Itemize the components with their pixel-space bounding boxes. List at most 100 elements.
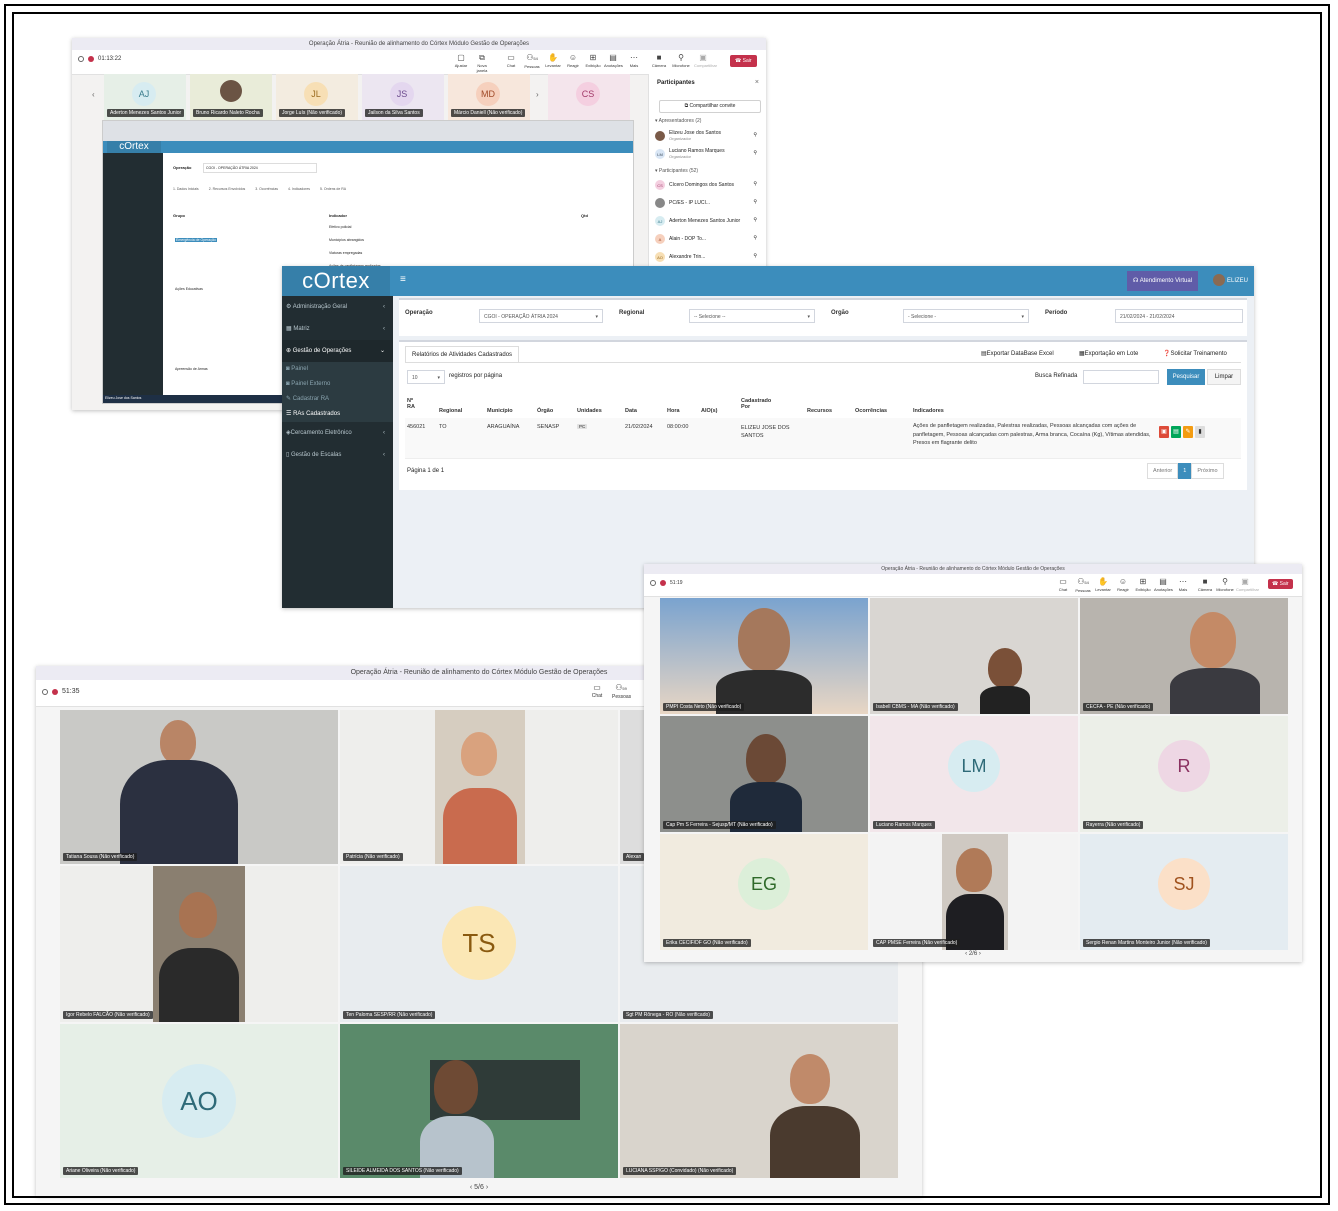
avatar: AJ — [132, 82, 156, 106]
sidebar-item-escalas[interactable]: ▯ Gestão de Escalas ‹ — [282, 444, 393, 466]
participant-row[interactable]: Elizeu Jose dos Santos Organizador ⚲ — [655, 130, 761, 144]
busca-input[interactable] — [1083, 370, 1159, 384]
view-button[interactable]: ⊞ Exibição — [1134, 577, 1152, 592]
participant-strip: ‹ AJ Aderton Menezes Santos Junior Bruno… — [72, 74, 648, 122]
col-data[interactable]: Data — [625, 408, 637, 414]
adjust-button[interactable]: ▢ Ajustar — [452, 53, 470, 68]
chat-button[interactable]: ▭ Chat — [502, 53, 520, 68]
col-ocorrencias[interactable]: Ocorrências — [855, 408, 887, 414]
mini-tab[interactable]: 1. Dados Iniciais — [173, 187, 199, 191]
strip-prev-button[interactable]: ‹ — [92, 90, 95, 99]
col-orgao[interactable]: Órgão — [537, 408, 553, 414]
regional-select[interactable]: -- Selecione -- ▾ — [689, 309, 815, 323]
mini-tab[interactable]: 5. Ordens de RA — [320, 187, 346, 191]
leave-button[interactable]: ☎ Sair — [730, 55, 757, 67]
col-unidades[interactable]: Unidades — [577, 408, 602, 414]
page-1-button[interactable]: 1 — [1178, 463, 1192, 479]
sidebar-item-administracao[interactable]: ⚙ Administração Geral ‹ — [282, 296, 393, 318]
gear-icon: ⚙ — [286, 304, 292, 310]
sidebar-item-cercamento[interactable]: ◈Cercamento Eletrônico ‹ — [282, 422, 393, 444]
mini-operacao-select[interactable]: CGOI - OPERAÇÃO ÁTRIA 2024 — [203, 163, 317, 173]
raise-hand-button[interactable]: ✋ Levantar — [1094, 577, 1112, 592]
menu-toggle-icon[interactable]: ≡ — [400, 274, 406, 285]
mic-button[interactable]: ⚲ Microfone — [672, 53, 690, 68]
mini-tab[interactable]: 4. Indicadores — [288, 187, 310, 191]
participant-row[interactable]: PC/ES - IP LUCI... ⚲ — [655, 198, 761, 210]
col-municipio[interactable]: Município — [487, 408, 513, 414]
participant-row[interactable]: CS Cícero Domingos dos Santos ⚲ — [655, 180, 761, 192]
limpar-button[interactable]: Limpar — [1207, 369, 1241, 385]
export-excel-button[interactable]: ▤Exportar DataBase Excel — [981, 350, 1054, 357]
filter-box: Operação CGOI - OPERAÇÃO ÁTRIA 2024 ▾ Reg… — [399, 298, 1247, 336]
sidebar-sub-ras-cadastrados[interactable]: ☰ RAs Cadastrados — [282, 407, 393, 422]
new-window-button[interactable]: ⧉ Nova janela — [473, 53, 491, 73]
table-row[interactable]: 456021 TO ARAGUAÍNA SENASP PC 21/02/2024… — [405, 418, 1241, 459]
tab-relatorios[interactable]: Relatórios de Atividades Cadastrados — [405, 346, 520, 363]
pesquisar-button[interactable]: Pesquisar — [1167, 369, 1205, 385]
avatar-photo — [220, 80, 242, 102]
grid-pager[interactable]: ‹ 2/6 › — [644, 951, 1302, 957]
strip-next-button[interactable]: › — [536, 90, 539, 99]
camera-button[interactable]: ■ Câmera — [1196, 577, 1214, 592]
grid-pager[interactable]: ‹ 5/6 › — [36, 1184, 922, 1191]
col-recursos[interactable]: Recursos — [807, 408, 832, 414]
atendimento-virtual-button[interactable]: ☊ Atendimento Virtual — [1127, 271, 1198, 291]
col-cadastrado-por[interactable]: Cadastrado Por — [741, 398, 777, 410]
raise-hand-button[interactable]: ✋ Levantar — [544, 53, 562, 68]
export-lote-button[interactable]: ▦Exportação em Lote — [1079, 350, 1138, 357]
col-aio[interactable]: AIO(s) — [701, 408, 718, 414]
cortex-logo[interactable]: cOrtex — [282, 266, 390, 296]
col-regional[interactable]: Regional — [439, 408, 462, 414]
share-invite-button[interactable]: ⧉ Compartilhar convite — [659, 100, 761, 113]
more-button[interactable]: ⋯ Mais — [1174, 577, 1192, 592]
sidebar-sub-cadastrar-ra[interactable]: ✎ Cadastrar RA — [282, 392, 393, 407]
mini-tab[interactable]: 2. Recursos Envolvidos — [209, 187, 246, 191]
chat-button[interactable]: ▭ Chat — [1054, 577, 1072, 592]
next-page-button[interactable]: Próximo — [1191, 463, 1224, 479]
orgao-select[interactable]: - Selecione - ▾ — [903, 309, 1029, 323]
mic-button[interactable]: ⚲ Microfone — [1216, 577, 1234, 592]
page-size-select[interactable]: 10 ▾ — [407, 370, 445, 384]
user-menu[interactable]: ELIZEU — [1213, 271, 1248, 291]
share-button[interactable]: ▣ Compartilhar — [1236, 577, 1259, 592]
people-button[interactable]: ⚇59 Pessoas — [612, 683, 631, 700]
col-indicadores[interactable]: Indicadores — [913, 408, 944, 414]
people-button[interactable]: ⚇54 Pessoas — [523, 53, 541, 69]
notes-button[interactable]: ▤ Anotações — [1154, 577, 1173, 592]
react-button[interactable]: ☺ Reagir — [1114, 577, 1132, 592]
col-nra[interactable]: Nº RA — [407, 398, 421, 410]
chat-button[interactable]: ▭ Chat — [588, 683, 606, 699]
sidebar-item-gestao-operacoes[interactable]: ⊕ Gestão de Operações ⌄ — [282, 340, 393, 362]
pdf-button[interactable]: ▣ — [1159, 426, 1169, 438]
attendees-header[interactable]: ▾ Participantes (52) — [655, 168, 698, 174]
sidebar-sub-painel-externo[interactable]: ◙ Painel Externo — [282, 377, 393, 392]
sidebar-item-matriz[interactable]: ▦ Matriz ‹ — [282, 318, 393, 340]
participant-row[interactable]: LM Luciano Ramos Marques Organizador ⚲ — [655, 148, 761, 162]
share-icon: ▣ — [699, 53, 707, 62]
camera-button[interactable]: ■ Câmera — [650, 53, 668, 68]
mini-tab[interactable]: 3. Ocorrências — [255, 187, 278, 191]
delete-button[interactable]: ▮ — [1195, 426, 1205, 438]
more-button[interactable]: ⋯ Mais — [625, 53, 643, 68]
col-hora[interactable]: Hora — [667, 408, 680, 414]
sidebar-sub-painel[interactable]: ◙ Painel — [282, 362, 393, 377]
leave-button[interactable]: ☎ Sair — [1268, 579, 1293, 589]
notes-button[interactable]: ▤ Anotações — [604, 53, 623, 68]
solicitar-treinamento-button[interactable]: ❓Solicitar Treinamento — [1163, 350, 1227, 357]
attendees-label: Participantes (52) — [658, 168, 699, 174]
prev-page-button[interactable]: Anterior — [1147, 463, 1179, 479]
view-button[interactable]: ▤ — [1171, 426, 1181, 438]
close-icon[interactable]: × — [755, 79, 759, 86]
share-button[interactable]: ▣ Compartilhar — [694, 53, 717, 68]
participant-row[interactable]: AJ Aderton Menezes Santos Junior ⚲ — [655, 216, 761, 228]
react-button[interactable]: ☺ Reagir — [564, 53, 582, 68]
participant-row[interactable]: AO Alexandre Trin... ⚲ — [655, 252, 761, 264]
operacao-select[interactable]: CGOI - OPERAÇÃO ÁTRIA 2024 ▾ — [479, 309, 603, 323]
edit-button[interactable]: ✎ — [1183, 426, 1193, 438]
view-button[interactable]: ⊞ Exibição — [584, 53, 602, 68]
periodo-input[interactable]: 21/02/2024 - 21/02/2024 — [1115, 309, 1243, 323]
table-header: Nº RA Regional Município Órgão Unidades … — [405, 392, 1241, 419]
presenters-header[interactable]: ▾ Apresentadores (2) — [655, 118, 701, 124]
people-button[interactable]: ⚇54 Pessoas — [1074, 577, 1092, 593]
participant-row[interactable]: A Alain - DOP To... ⚲ — [655, 234, 761, 246]
